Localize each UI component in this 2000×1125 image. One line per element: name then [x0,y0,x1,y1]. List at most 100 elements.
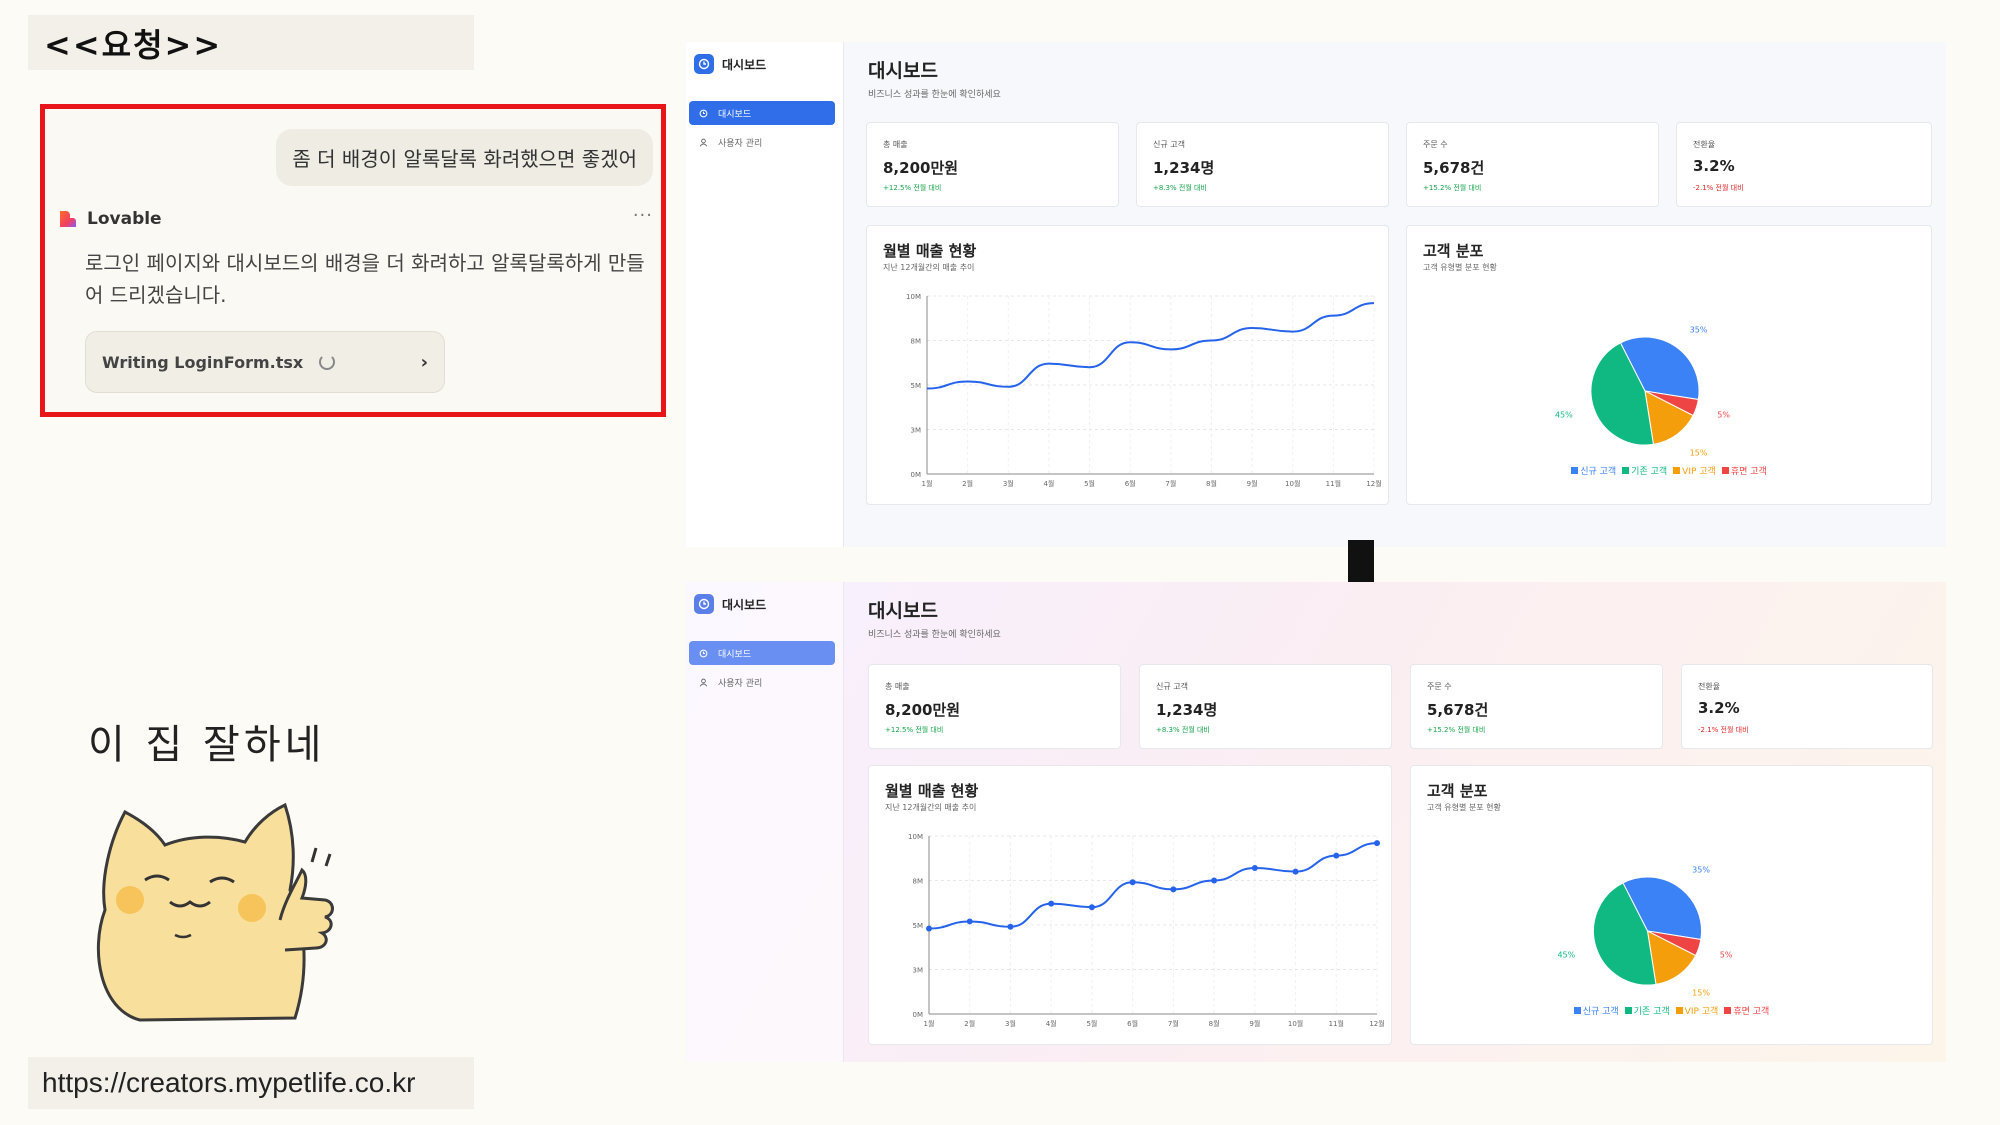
clock-icon [694,594,714,614]
sidebar-item-users[interactable]: 사용자 관리 [689,670,835,694]
assistant-name: Lovable [87,209,162,229]
y-tick-label: 5M [913,922,924,930]
legend-swatch [1571,467,1579,474]
x-tick-label: 2월 [964,1019,975,1028]
legend-swatch [1622,467,1630,474]
x-tick-label: 6월 [1127,1019,1138,1028]
pie-slice-label: 5% [1717,410,1730,419]
x-tick-label: 4월 [1046,1019,1057,1028]
sidebar: 대시보드 대시보드 사용자 관리 [686,582,844,1062]
y-tick-label: 8M [913,878,924,886]
assistant-message: 로그인 페이지와 대시보드의 배경을 더 화려하고 알록달록하게 만들어 드리겠… [85,251,645,307]
legend-item: 휴면 고객 [1724,1004,1769,1017]
x-tick-label: 11월 [1329,1019,1344,1028]
legend-label: 신규 고객 [1580,467,1617,477]
y-tick-label: 0M [913,1011,924,1019]
request-label: <<요청>> [28,15,474,70]
data-point [926,925,932,932]
sidebar-item-users[interactable]: 사용자 관리 [689,130,835,154]
legend-item: 신규 고객 [1571,464,1616,477]
legend-item: 휴면 고객 [1721,464,1767,477]
stat-label: 신규 고객 [1153,140,1185,149]
y-tick-label: 8M [911,338,922,346]
dashboard-before: 대시보드 대시보드 사용자 관리 대시보드 비즈니스 성과를 한눈에 확인하세요… [686,42,1946,547]
card-subtitle: 고객 유형별 분포 현황 [1423,263,1497,272]
data-point [1211,877,1218,884]
stat-value: 1,234명 [1156,701,1218,719]
stat-value: 3.2% [1693,157,1735,175]
data-point [1170,886,1177,893]
page-title: 대시보드 [868,600,938,622]
x-tick-label: 6월 [1125,479,1136,488]
stat-card-new-customers: 신규 고객 1,234명 +8.3% 전월 대비 [1139,664,1392,749]
legend-item: 신규 고객 [1573,1004,1619,1017]
brand[interactable]: 대시보드 [694,54,766,74]
legend-swatch [1675,1007,1683,1014]
customer-distribution-card: 35% 5% 15% 45% 고객 분포 고객 유형별 분포 현황 신규 고객 기존 고… [1410,765,1933,1045]
loading-spinner-icon [319,354,336,370]
sidebar: 대시보드 대시보드 사용자 관리 [686,42,844,547]
data-point [966,918,973,925]
stat-card-orders: 주문 수 5,678건 +15.2% 전월 대비 [1410,664,1663,749]
pie-slice-label: 45% [1557,950,1575,959]
stat-value: 5,678건 [1427,701,1489,719]
page-title: 대시보드 [868,60,938,82]
x-tick-label: 1월 [924,1019,935,1028]
x-tick-label: 2월 [962,479,973,488]
cat-mascot-thumbs-up-illustration [96,802,334,1022]
source-url: https://creators.mypetlife.co.kr [28,1057,474,1109]
user-icon [699,678,708,687]
stat-label: 총 매출 [883,140,908,149]
stat-change: -2.1% 전월 대비 [1698,726,1749,734]
clock-icon [694,54,714,74]
stat-label: 전환율 [1693,140,1716,149]
pie-legend: 신규 고객 기존 고객 VIP 고객 휴면 고객 [1411,1004,1932,1017]
stat-label: 전환율 [1698,682,1721,691]
sidebar-item-label: 대시보드 [718,109,752,120]
sidebar-item-dashboard[interactable]: 대시보드 [689,641,835,665]
legend-swatch [1673,467,1681,474]
stat-change: +15.2% 전월 대비 [1423,184,1482,192]
card-title: 월별 매출 현황 [885,782,979,800]
pie-slice-label: 35% [1692,866,1710,875]
stat-value: 1,234명 [1153,159,1215,177]
stat-value: 3.2% [1698,699,1740,717]
x-tick-label: 3월 [1005,1019,1016,1028]
x-tick-label: 8월 [1209,1019,1220,1028]
data-point [1292,868,1299,875]
card-subtitle: 고객 유형별 분포 현황 [1427,803,1501,812]
legend-label: 기존 고객 [1631,467,1668,477]
x-tick-label: 9월 [1249,1019,1260,1028]
y-tick-label: 0M [911,471,922,479]
stat-change: +12.5% 전월 대비 [885,726,944,734]
page-subtitle: 비즈니스 성과를 한눈에 확인하세요 [868,630,1001,640]
writing-file-chip[interactable]: Writing LoginForm.tsx › [85,331,445,393]
more-options-icon[interactable]: ··· [633,205,653,226]
stat-card-revenue: 총 매출 8,200만원 +12.5% 전월 대비 [868,664,1121,749]
sales-line [928,842,1378,930]
y-tick-label: 10M [908,833,923,841]
clock-icon [699,649,708,657]
sidebar-item-dashboard[interactable]: 대시보드 [689,101,835,125]
stat-change: +8.3% 전월 대비 [1153,184,1207,192]
data-point [1088,904,1095,911]
sidebar-item-label: 대시보드 [718,649,752,660]
x-tick-label: 4월 [1043,479,1054,488]
legend-label: 기존 고객 [1633,1007,1670,1017]
legend-label: VIP 고객 [1684,1007,1719,1017]
y-tick-label: 3M [911,427,922,435]
pie-slice-label: 45% [1555,410,1573,419]
card-title: 월별 매출 현황 [883,242,977,260]
data-point [1374,840,1380,847]
stat-change: +12.5% 전월 대비 [883,184,942,192]
sales-line [926,302,1375,390]
legend-item: 기존 고객 [1624,1004,1670,1017]
stat-label: 총 매출 [885,682,910,691]
card-title: 고객 분포 [1427,782,1488,800]
pie-slice-label: 15% [1690,448,1708,457]
page-subtitle: 비즈니스 성과를 한눈에 확인하세요 [868,90,1001,100]
brand[interactable]: 대시보드 [694,594,766,614]
lovable-logo-icon [60,211,76,227]
data-point [1048,900,1055,907]
x-tick-label: 7월 [1165,479,1176,488]
